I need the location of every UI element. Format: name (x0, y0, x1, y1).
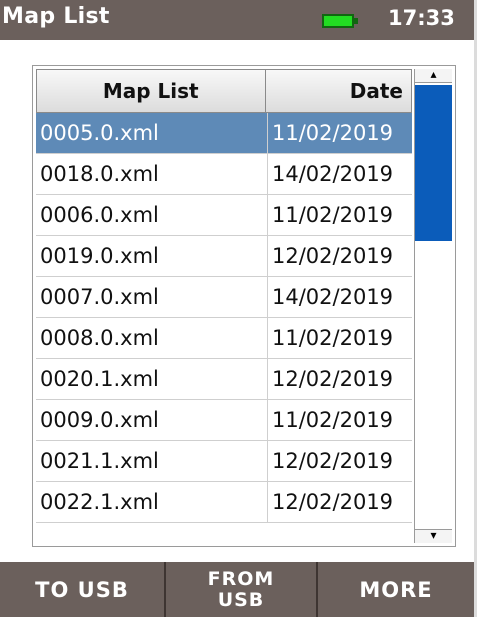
map-date: 11/02/2019 (272, 121, 394, 145)
map-file-name: 0022.1.xml (36, 482, 268, 522)
map-date: 14/02/2019 (272, 285, 394, 309)
column-header-map-list[interactable]: Map List (36, 69, 266, 113)
table-body: 0005.0.xml 11/02/2019 0018.0.xml 14/02/2019… (36, 113, 412, 523)
map-file-name: 0005.0.xml (36, 113, 268, 153)
table-row[interactable]: 0020.1.xml 12/02/2019 (36, 359, 412, 400)
map-file-name: 0009.0.xml (36, 400, 268, 440)
map-date: 12/02/2019 (272, 244, 394, 268)
table-row[interactable]: 0009.0.xml 11/02/2019 (36, 400, 412, 441)
map-list-table: Map List Date 0005.0.xml 11/02/2019 0018.0… (32, 65, 456, 547)
table-row[interactable]: 0019.0.xml 12/02/2019 (36, 236, 412, 277)
to-usb-button[interactable]: TO USB (0, 562, 166, 617)
table-row[interactable]: 0006.0.xml 11/02/2019 (36, 195, 412, 236)
table-row[interactable]: 0007.0.xml 14/02/2019 (36, 277, 412, 318)
scrollbar-thumb[interactable] (415, 85, 452, 241)
map-date: 14/02/2019 (272, 162, 394, 186)
from-usb-button[interactable]: FROM USB (166, 562, 318, 617)
map-file-name: 0019.0.xml (36, 236, 268, 276)
map-date: 11/02/2019 (272, 203, 394, 227)
more-button[interactable]: MORE (318, 562, 474, 617)
table-row[interactable]: 0021.1.xml 12/02/2019 (36, 441, 412, 482)
table-header: Map List Date (36, 69, 412, 113)
map-date: 12/02/2019 (272, 490, 394, 514)
table-row[interactable]: 0005.0.xml 11/02/2019 (36, 113, 412, 154)
map-file-name: 0008.0.xml (36, 318, 268, 358)
map-date: 11/02/2019 (272, 408, 394, 432)
clock-time: 17:33 (388, 6, 455, 30)
map-date: 12/02/2019 (272, 367, 394, 391)
battery-tip (354, 18, 358, 24)
map-file-name: 0006.0.xml (36, 195, 268, 235)
table-row[interactable]: 0008.0.xml 11/02/2019 (36, 318, 412, 359)
page-title: Map List (2, 4, 110, 29)
scroll-up-button[interactable]: ▴ (415, 68, 452, 83)
scroll-down-button[interactable]: ▾ (415, 529, 452, 543)
map-file-name: 0018.0.xml (36, 154, 268, 194)
map-date: 11/02/2019 (272, 326, 394, 350)
column-header-date[interactable]: Date (265, 69, 412, 113)
title-bar: Map List 17:33 (0, 0, 477, 40)
bottom-toolbar: TO USB FROM USB MORE (0, 562, 474, 617)
battery-icon (322, 14, 354, 28)
map-file-name: 0021.1.xml (36, 441, 268, 481)
table-row[interactable]: 0022.1.xml 12/02/2019 (36, 482, 412, 523)
map-file-name: 0020.1.xml (36, 359, 268, 399)
map-date: 12/02/2019 (272, 449, 394, 473)
map-file-name: 0007.0.xml (36, 277, 268, 317)
vertical-scrollbar[interactable]: ▴ ▾ (414, 68, 452, 543)
table-row[interactable]: 0018.0.xml 14/02/2019 (36, 154, 412, 195)
